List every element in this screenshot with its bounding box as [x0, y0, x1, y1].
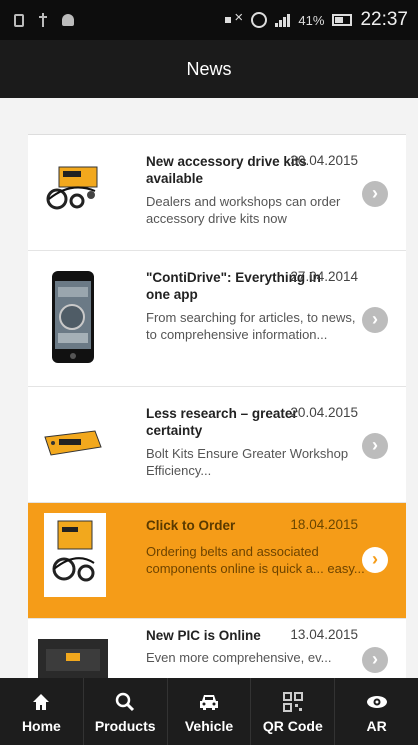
tab-qr-code[interactable]: QR Code	[251, 678, 336, 745]
android-icon	[62, 14, 74, 26]
news-date: 30.04.2015	[290, 153, 358, 168]
page-title: News	[186, 59, 232, 79]
screenshot-icon	[14, 13, 24, 27]
news-date: 13.04.2015	[290, 627, 358, 642]
tab-label: Home	[21, 717, 61, 734]
news-description: Ordering belts and associated components…	[146, 544, 365, 576]
battery-icon	[332, 14, 353, 26]
chevron-right-icon[interactable]: ›	[362, 647, 388, 673]
news-date: 18.04.2015	[290, 517, 358, 532]
tab-label: Products	[94, 717, 156, 734]
search-icon	[115, 690, 135, 714]
tab-label: QR Code	[262, 717, 323, 734]
news-description: Bolt Kits Ensure Greater Workshop Effici…	[146, 446, 349, 478]
alarm-icon	[251, 12, 268, 28]
news-item[interactable]: "ContiDrive": Everything in one app 27.0…	[28, 251, 406, 387]
tab-ar[interactable]: AR	[335, 678, 418, 745]
news-item-selected[interactable]: Click to Order 18.04.2015 Ordering belts…	[28, 503, 406, 619]
chevron-right-icon[interactable]: ›	[362, 307, 388, 333]
news-date: 27.04.2014	[290, 269, 358, 284]
news-item[interactable]: Less research – greater certainty 20.04.…	[28, 387, 406, 503]
chevron-right-icon[interactable]: ›	[362, 547, 388, 573]
news-description: From searching for articles, to news, to…	[146, 310, 356, 342]
status-bar: 41% 22:37	[0, 0, 418, 40]
app-header: News	[0, 40, 418, 98]
tab-vehicle[interactable]: Vehicle	[168, 678, 252, 745]
car-icon	[198, 690, 220, 714]
belt-kit-image	[38, 157, 108, 221]
news-item[interactable]: New accessory drive kits available 30.04…	[28, 135, 406, 251]
bottom-tab-bar: Home Products Vehicle QR Code AR	[0, 678, 418, 745]
bolt-kit-image	[38, 411, 108, 475]
pic-online-image	[38, 639, 108, 678]
phone-app-image	[38, 267, 108, 367]
news-list-container[interactable]: New accessory drive kits available 30.04…	[0, 98, 418, 678]
tab-label: Vehicle	[184, 717, 234, 734]
chevron-right-icon[interactable]: ›	[362, 181, 388, 207]
home-icon	[31, 690, 51, 714]
news-description: Dealers and workshops can order accessor…	[146, 194, 341, 226]
news-list: New accessory drive kits available 30.04…	[28, 134, 406, 678]
chevron-right-icon[interactable]: ›	[362, 433, 388, 459]
tab-label: AR	[366, 717, 387, 734]
tab-products[interactable]: Products	[84, 678, 168, 745]
news-description: Even more comprehensive, ev...	[146, 650, 332, 665]
news-date: 20.04.2015	[290, 405, 358, 420]
news-item[interactable]: New PIC is Online 13.04.2015 Even more c…	[28, 619, 406, 678]
eye-icon	[366, 690, 388, 714]
battery-percent: 41%	[298, 12, 325, 28]
usb-icon	[38, 13, 48, 27]
signal-icon	[275, 13, 291, 27]
qr-code-icon	[282, 690, 303, 714]
tab-home[interactable]: Home	[0, 678, 84, 745]
mute-icon	[225, 9, 243, 27]
order-kit-image	[44, 513, 106, 597]
status-time: 22:37	[360, 9, 408, 30]
